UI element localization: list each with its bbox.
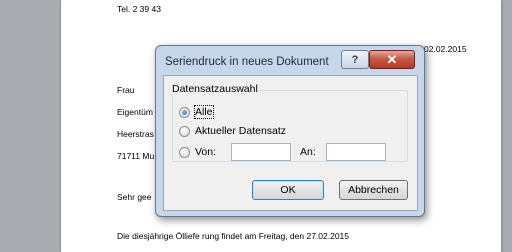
radio-from[interactable] <box>179 147 190 158</box>
recipient-line-3: 71711 Mu <box>117 151 155 161</box>
ok-button[interactable]: OK <box>252 180 324 200</box>
group-title: Datensatzauswahl <box>170 83 260 95</box>
help-button[interactable]: ? <box>341 50 369 69</box>
tel-line: Tel. 2 39 43 <box>117 4 161 14</box>
radio-from-label[interactable]: Von: <box>195 146 216 158</box>
radio-all[interactable] <box>179 107 190 118</box>
mail-merge-dialog: Seriendruck in neues Dokument ? ✕ Datens… <box>155 45 425 217</box>
dialog-title: Seriendruck in neues Dokument <box>165 56 329 68</box>
to-label: An: <box>300 146 316 158</box>
body-text-line: Die diesjährige Ölliefe rung findet am F… <box>117 231 350 241</box>
radio-current-record-label[interactable]: Aktueller Datensatz <box>195 125 286 137</box>
recipient-line-2: Heerstras <box>117 129 154 139</box>
dialog-client-area: Datensatzauswahl Alle Aktueller Datensat… <box>163 75 418 211</box>
radio-all-label[interactable]: Alle <box>194 105 214 119</box>
greeting-text: Sehr gee <box>117 192 152 202</box>
recipient-line-1: Eigentüm <box>117 107 153 117</box>
date-line: 02.02.2015 <box>424 44 467 54</box>
from-input[interactable] <box>231 143 291 161</box>
radio-current-record[interactable] <box>179 126 190 137</box>
close-button[interactable]: ✕ <box>369 50 415 69</box>
to-input[interactable] <box>326 143 386 161</box>
salutation-text: Frau <box>117 85 135 95</box>
cancel-button[interactable]: Abbrechen <box>339 180 408 200</box>
